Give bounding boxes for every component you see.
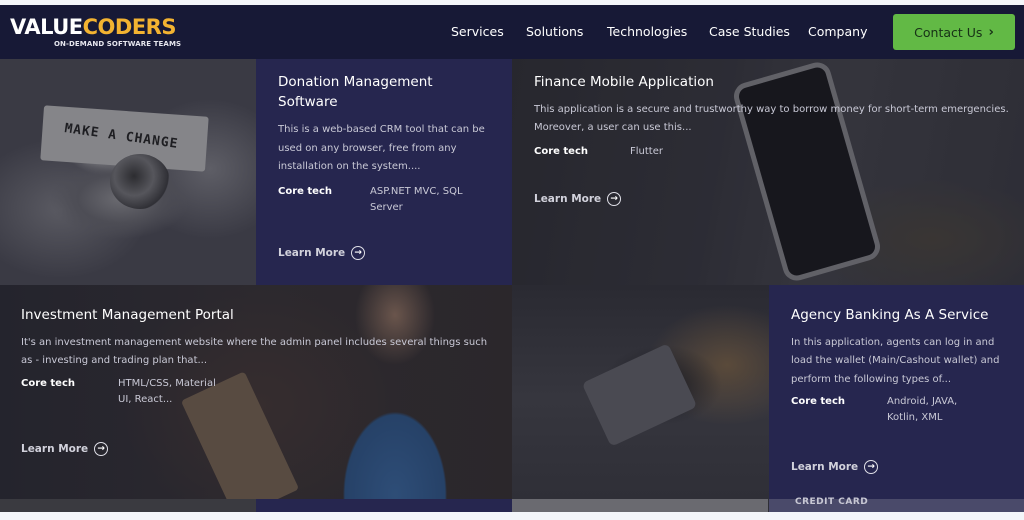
case-study-card-donation[interactable]: Donation Management Software This is a w… bbox=[256, 59, 512, 285]
core-tech-label: Core tech bbox=[278, 185, 333, 197]
learn-more-label: Learn More bbox=[534, 193, 602, 205]
nav-services[interactable]: Services bbox=[451, 24, 504, 39]
core-tech-row: Core tech HTML/CSS, Material UI, React..… bbox=[21, 376, 496, 408]
card-body: Donation Management Software This is a w… bbox=[278, 73, 493, 216]
core-tech-row: Core tech Android, JAVA, Kotlin, XML bbox=[791, 394, 1011, 426]
bottom-strip bbox=[0, 512, 1024, 520]
main-nav: Services Solutions Technologies Case Stu… bbox=[0, 5, 1024, 59]
card-title: Agency Banking As A Service bbox=[791, 307, 989, 323]
learn-more-link[interactable]: Learn More → bbox=[278, 246, 366, 260]
core-tech-value: Android, JAVA, Kotlin, XML bbox=[887, 396, 958, 423]
card-description: In this application, agents can log in a… bbox=[791, 336, 1000, 385]
learn-more-link[interactable]: Learn More → bbox=[21, 442, 109, 456]
core-tech-label: Core tech bbox=[21, 377, 76, 389]
card-body: Agency Banking As A Service In this appl… bbox=[791, 306, 1011, 426]
coins-stack bbox=[110, 154, 170, 209]
next-tile-image bbox=[512, 499, 768, 512]
core-tech-value: HTML/CSS, Material UI, React... bbox=[118, 377, 216, 405]
next-tile-image bbox=[0, 499, 256, 512]
card-title: Donation Management Software bbox=[278, 74, 433, 110]
next-tile-image: CREDIT CARD bbox=[769, 497, 1024, 512]
nav-technologies[interactable]: Technologies bbox=[607, 24, 687, 39]
arrow-right-circle-icon: → bbox=[607, 192, 622, 206]
next-tile-card bbox=[256, 499, 512, 512]
core-tech-value: Flutter bbox=[630, 145, 663, 157]
arrow-right-circle-icon: → bbox=[864, 460, 879, 474]
card-description: This application is a secure and trustwo… bbox=[534, 103, 1009, 134]
nav-case-studies[interactable]: Case Studies bbox=[709, 24, 790, 39]
contact-us-button[interactable]: Contact Us › bbox=[893, 14, 1015, 50]
card-body: Investment Management Portal It's an inv… bbox=[21, 306, 496, 408]
case-study-card-investment[interactable]: Investment Management Portal It's an inv… bbox=[0, 285, 512, 512]
case-study-card-finance[interactable]: Finance Mobile Application This applicat… bbox=[512, 59, 1024, 285]
nav-company[interactable]: Company bbox=[808, 24, 867, 39]
core-tech-row: Core tech ASP.NET MVC, SQL Server bbox=[278, 184, 493, 216]
donation-image: MAKE A CHANGE bbox=[0, 59, 256, 285]
agency-image bbox=[512, 285, 769, 512]
case-studies-grid: MAKE A CHANGE Donation Management Softwa… bbox=[0, 59, 1024, 512]
payment-terminal-image bbox=[581, 343, 698, 447]
card-title: Finance Mobile Application bbox=[534, 74, 714, 90]
arrow-right-circle-icon: → bbox=[94, 442, 109, 456]
learn-more-label: Learn More bbox=[278, 247, 346, 259]
contact-us-label: Contact Us bbox=[914, 24, 983, 40]
learn-more-label: Learn More bbox=[791, 461, 859, 473]
core-tech-row: Core tech Flutter bbox=[534, 144, 1009, 160]
learn-more-label: Learn More bbox=[21, 443, 89, 455]
learn-more-link[interactable]: Learn More → bbox=[791, 460, 879, 474]
learn-more-link[interactable]: Learn More → bbox=[534, 192, 622, 206]
nav-solutions[interactable]: Solutions bbox=[526, 24, 583, 39]
next-row-preview: CREDIT CARD bbox=[0, 497, 1024, 512]
card-description: This is a web-based CRM tool that can be… bbox=[278, 124, 485, 172]
core-tech-label: Core tech bbox=[791, 396, 846, 407]
case-study-card-agency[interactable]: Agency Banking As A Service In this appl… bbox=[769, 285, 1024, 499]
core-tech-label: Core tech bbox=[534, 145, 589, 157]
core-tech-value: ASP.NET MVC, SQL Server bbox=[370, 185, 463, 213]
card-body: Finance Mobile Application This applicat… bbox=[534, 73, 1009, 160]
card-description: It's an investment management website wh… bbox=[21, 336, 488, 367]
chevron-right-icon: › bbox=[988, 24, 994, 40]
card-title: Investment Management Portal bbox=[21, 307, 234, 323]
credit-card-text: CREDIT CARD bbox=[795, 497, 869, 507]
arrow-right-circle-icon: → bbox=[351, 246, 366, 260]
